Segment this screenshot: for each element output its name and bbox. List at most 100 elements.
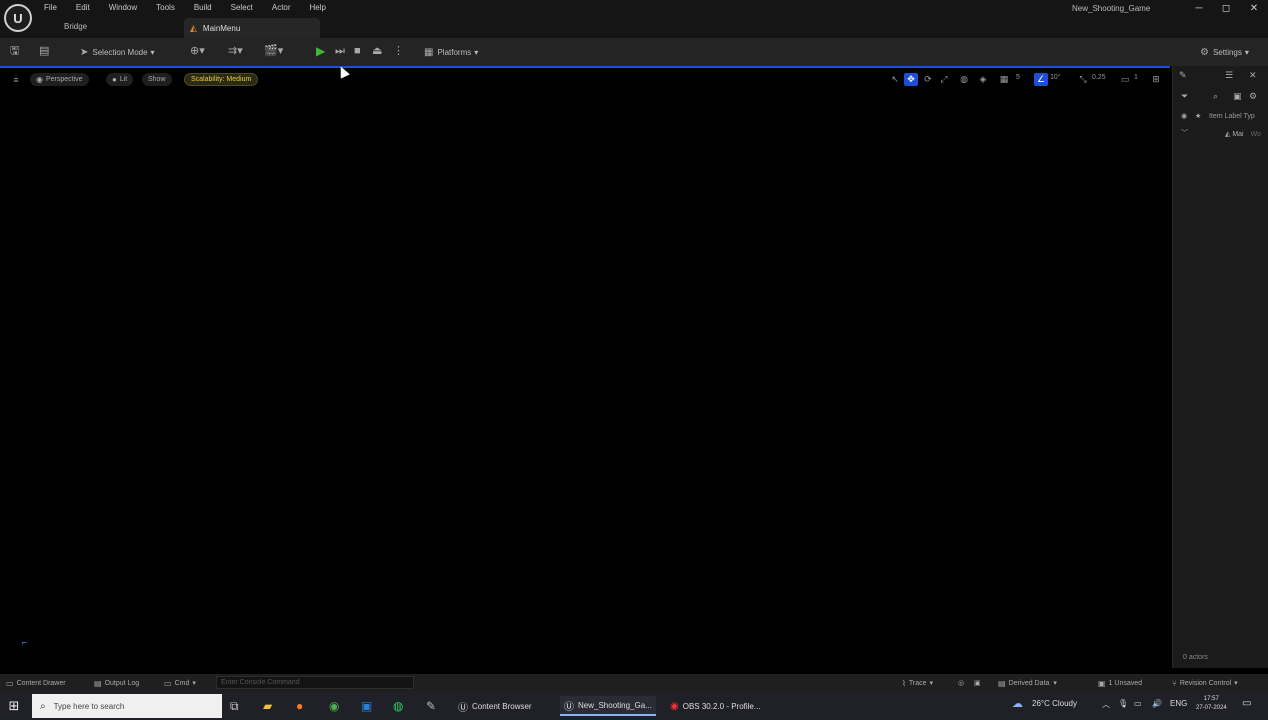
menu-actor[interactable]: Actor [272, 2, 291, 14]
unsaved-icon: ▣ [1098, 678, 1106, 688]
level-viewport[interactable]: ≡ ◉ Perspective ● Lit Show Scalability: … [0, 66, 1170, 668]
menu-tools[interactable]: Tools [156, 2, 175, 14]
rotation-snap-value[interactable]: 10° [1050, 74, 1061, 81]
translate-tool-icon[interactable]: ✥ [904, 73, 918, 86]
menu-select[interactable]: Select [231, 2, 253, 14]
add-folder-icon[interactable]: ▣ [1233, 91, 1242, 102]
unsaved-button[interactable]: ▣ 1 Unsaved [1098, 677, 1142, 689]
file-explorer-icon[interactable]: ▰ [263, 697, 272, 715]
taskbar-window-obs[interactable]: ◉ OBS 30.2.0 - Profile... [666, 696, 765, 716]
column-header-label[interactable]: Item Label Typ [1209, 113, 1255, 120]
perspective-button[interactable]: ◉ Perspective [30, 73, 89, 86]
whatsapp-icon[interactable]: ◍ [393, 697, 403, 715]
rotation-snap-icon[interactable]: ∠ [1034, 73, 1048, 86]
record-icon[interactable]: ◎ [958, 677, 964, 689]
weather-text[interactable]: 26°C Cloudy [1032, 699, 1077, 708]
chrome-icon[interactable]: ◉ [329, 697, 339, 715]
show-button[interactable]: Show [142, 73, 172, 86]
pen-app-icon[interactable]: ✎ [426, 697, 436, 715]
scale-snap-icon[interactable]: ⤡ [1076, 73, 1090, 86]
select-tool-icon[interactable]: ↖ [888, 73, 902, 86]
weather-icon[interactable]: ☁ [1012, 697, 1023, 710]
outliner-tab-icon[interactable]: ☰ [1225, 70, 1233, 81]
microphone-icon[interactable]: 🎙 [1118, 699, 1128, 708]
volume-icon[interactable]: 🔊 [1152, 699, 1162, 708]
language-indicator[interactable]: ENG [1170, 699, 1187, 708]
main-toolbar: 🖫 ▤ ➤ Selection Mode ▾ ⊕▾ ⇉▾ 🎬▾ ▶ ⏭ ■ ⏏ … [0, 38, 1268, 66]
arrow-cursor-icon: ➤ [80, 46, 89, 58]
gear-icon[interactable]: ⚙ [1249, 91, 1257, 102]
outliner-row-level[interactable]: ◭ Mai Wo [1225, 130, 1261, 138]
chevron-down-icon[interactable]: ﹀ [1181, 128, 1188, 138]
hamburger-menu-icon[interactable]: ≡ [9, 74, 23, 87]
revision-control-dropdown[interactable]: ⑂ Revision Control ▾ [1172, 677, 1238, 689]
cmd-dropdown[interactable]: ▭ Cmd ▾ [164, 677, 196, 689]
blueprint-icon[interactable]: ⇉▾ [228, 44, 243, 58]
pencil-icon[interactable]: ✎ [1179, 70, 1187, 81]
output-log-button[interactable]: ▤ Output Log [94, 677, 139, 689]
more-options-icon[interactable]: ⋮ [393, 44, 404, 58]
taskbar-clock[interactable]: 17:57 27-07-2024 [1196, 695, 1227, 713]
show-hidden-icons-icon[interactable]: ︿ [1102, 699, 1110, 710]
search-icon[interactable]: ⌕ [1213, 91, 1218, 102]
eject-icon[interactable]: ⏏ [372, 44, 382, 58]
project-name: New_Shooting_Game [1072, 4, 1151, 13]
taskbar-search-box[interactable]: ⌕ Type here to search [32, 694, 222, 718]
level-tab[interactable]: ◭ MainMenu [184, 18, 320, 38]
firefox-icon[interactable]: ● [296, 697, 303, 715]
advance-frame-icon[interactable]: ⏭ [335, 44, 345, 58]
outliner-row-type: Wo [1250, 131, 1261, 138]
selection-mode-dropdown[interactable]: ➤ Selection Mode ▾ [80, 45, 155, 59]
unreal-logo-icon[interactable]: U [4, 4, 32, 32]
star-icon[interactable]: ★ [1195, 112, 1201, 120]
content-drawer-button[interactable]: ▭ Content Drawer [6, 677, 66, 689]
lit-button[interactable]: ● Lit [106, 73, 134, 86]
menu-edit[interactable]: Edit [76, 2, 90, 14]
surface-snap-icon[interactable]: ◈ [976, 73, 990, 86]
content-browser-icon[interactable]: ▤ [39, 44, 49, 58]
chevron-down-icon: ▾ [1244, 47, 1249, 57]
derived-data-dropdown[interactable]: ▤ Derived Data ▾ [998, 677, 1057, 689]
platforms-dropdown[interactable]: ▦ Platforms ▾ [424, 45, 478, 59]
menu-help[interactable]: Help [310, 2, 326, 14]
close-icon[interactable]: ✕ [1249, 70, 1257, 81]
grid-snap-icon[interactable]: ▦ [997, 73, 1011, 86]
menu-bar: File Edit Window Tools Build Select Acto… [44, 2, 345, 14]
play-icon[interactable]: ▶ [316, 44, 325, 58]
close-button[interactable]: ✕ [1243, 2, 1265, 16]
scalability-badge[interactable]: Scalability: Medium [184, 73, 259, 86]
grid-snap-value[interactable]: 5 [1016, 74, 1020, 81]
camera-icon: ◉ [36, 75, 43, 84]
network-icon[interactable]: ▭ [1134, 699, 1142, 708]
store-icon[interactable]: ▣ [361, 697, 372, 715]
rotate-tool-icon[interactable]: ⟳ [921, 73, 935, 86]
menu-build[interactable]: Build [194, 2, 212, 14]
taskbar-window-content-browser[interactable]: Ⓤ Content Browser [454, 696, 536, 716]
eye-icon[interactable]: ◉ [1181, 112, 1187, 120]
console-command-input[interactable]: Enter Console Command [216, 676, 414, 689]
camera-speed-value[interactable]: 1 [1134, 74, 1138, 81]
world-local-icon[interactable]: ◍ [957, 73, 971, 86]
task-view-icon[interactable]: ⧉ [230, 697, 239, 715]
viewport-layout-icon[interactable]: ⊞ [1149, 73, 1163, 86]
content-drawer-label: Content Drawer [16, 679, 66, 687]
settings-dropdown[interactable]: ⚙ Settings ▾ [1200, 45, 1249, 59]
scale-tool-icon[interactable]: ⤢ [937, 73, 951, 86]
trace-dropdown[interactable]: ⌇ Trace ▾ [902, 677, 933, 689]
add-actor-icon[interactable]: ⊕▾ [190, 44, 205, 58]
snapshot-icon[interactable]: ▣ [974, 677, 981, 689]
notification-icon[interactable]: ▭ [1242, 698, 1251, 709]
menu-window[interactable]: Window [109, 2, 137, 14]
minimize-button[interactable]: ─ [1188, 2, 1210, 16]
taskbar-window-unreal-editor[interactable]: Ⓤ New_Shooting_Ga... [560, 696, 656, 716]
save-icon[interactable]: 🖫 [10, 44, 19, 58]
bridge-button[interactable]: Bridge [64, 22, 87, 31]
filter-icon[interactable]: ⏷ [1181, 91, 1188, 102]
scale-snap-value[interactable]: 0.25 [1092, 74, 1106, 81]
maximize-button[interactable]: ◻ [1215, 2, 1237, 16]
menu-file[interactable]: File [44, 2, 57, 14]
camera-speed-icon[interactable]: ▭ [1118, 73, 1132, 86]
cinematics-icon[interactable]: 🎬▾ [264, 44, 283, 58]
windows-start-icon[interactable]: ⊞ [6, 698, 22, 714]
stop-icon[interactable]: ■ [354, 44, 361, 58]
